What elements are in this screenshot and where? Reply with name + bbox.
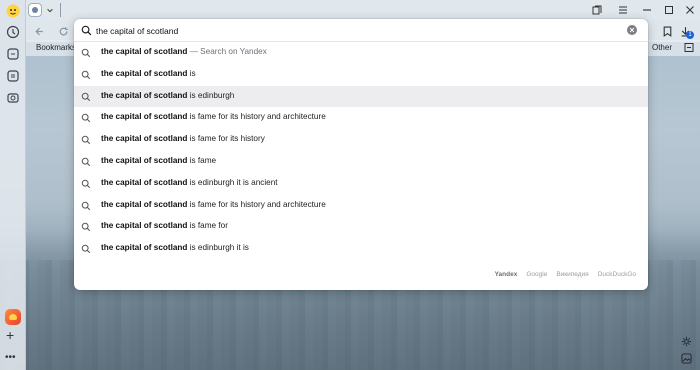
suggestion-text: the capital of scotland is edinburgh it … bbox=[101, 243, 249, 252]
suggestion-query: the capital of scotland bbox=[101, 155, 188, 165]
search-engine-option[interactable]: DuckDuckGo bbox=[598, 271, 636, 278]
suggestion-text: the capital of scotland is edinburgh it … bbox=[101, 178, 278, 187]
maximize-icon[interactable] bbox=[662, 3, 676, 17]
search-icon bbox=[81, 201, 91, 210]
suggestion-completion: is fame for its history and architecture bbox=[187, 199, 326, 209]
suggestion-query: the capital of scotland bbox=[101, 68, 188, 78]
dzen-icon[interactable] bbox=[5, 68, 21, 84]
gallery-icon[interactable] bbox=[680, 352, 692, 364]
suggestion-list: the capital of scotland — Search on Yand… bbox=[74, 42, 648, 260]
suggestion-completion: is fame for its history bbox=[187, 134, 265, 144]
search-icon bbox=[81, 179, 91, 188]
search-engine-option[interactable]: Yandex bbox=[495, 271, 518, 278]
suggestion-text: the capital of scotland — Search on Yand… bbox=[101, 47, 267, 56]
screenshot-icon[interactable] bbox=[5, 90, 21, 106]
tab-divider bbox=[60, 3, 61, 17]
suggestion-query: the capital of scotland bbox=[101, 221, 188, 231]
search-icon bbox=[81, 223, 91, 232]
bookmarks-menu-icon[interactable] bbox=[684, 42, 694, 52]
suggestion-text: the capital of scotland is fame for its … bbox=[101, 112, 326, 121]
suggestion-completion: is fame for bbox=[187, 221, 228, 231]
search-icon bbox=[81, 48, 91, 58]
menu-icon[interactable] bbox=[616, 3, 630, 17]
tab-favicon bbox=[32, 7, 38, 13]
suggestion-item[interactable]: the capital of scotland is edinburgh it … bbox=[74, 173, 648, 195]
add-sidebar-item-icon[interactable]: + bbox=[6, 328, 14, 342]
suggestion-note: — Search on Yandex bbox=[187, 47, 267, 56]
suggestion-item[interactable]: the capital of scotland is fame for bbox=[74, 216, 648, 238]
suggestion-query: the capital of scotland bbox=[101, 134, 188, 144]
suggestion-item[interactable]: the capital of scotland is fame for its … bbox=[74, 129, 648, 151]
omnibox bbox=[74, 19, 648, 42]
extensions-icon[interactable] bbox=[5, 46, 21, 62]
alice-assistant-icon[interactable] bbox=[5, 309, 21, 325]
downloads-badge: 1 bbox=[686, 31, 694, 39]
suggestion-query: the capital of scotland bbox=[101, 199, 188, 209]
suggestion-text: the capital of scotland is bbox=[101, 69, 196, 78]
settings-gear-icon[interactable] bbox=[680, 335, 692, 347]
search-icon bbox=[81, 244, 91, 254]
suggestion-text: the capital of scotland is fame bbox=[101, 156, 216, 165]
search-icon bbox=[81, 114, 91, 123]
search-icon bbox=[81, 25, 92, 36]
search-icon bbox=[81, 92, 91, 101]
search-icon bbox=[81, 135, 91, 145]
clear-search-icon[interactable] bbox=[627, 25, 637, 35]
suggestion-query: the capital of scotland bbox=[101, 90, 188, 100]
suggestion-text: the capital of scotland is edinburgh bbox=[101, 91, 234, 100]
suggestion-completion: is edinburgh bbox=[187, 90, 235, 100]
suggestion-item[interactable]: the capital of scotland — Search on Yand… bbox=[74, 42, 648, 64]
suggestion-query: the capital of scotland bbox=[101, 243, 188, 253]
bookmarks-label[interactable]: Bookmarks bbox=[36, 43, 76, 52]
search-engine-option[interactable]: Википедия bbox=[556, 271, 588, 278]
minimize-icon[interactable] bbox=[640, 3, 654, 17]
search-input[interactable] bbox=[96, 23, 616, 38]
suggestion-text: the capital of scotland is fame for its … bbox=[101, 134, 265, 143]
search-engine-option[interactable]: Google bbox=[526, 271, 547, 278]
search-suggestions-dropdown: the capital of scotland — Search on Yand… bbox=[74, 19, 648, 290]
profile-avatar-icon[interactable] bbox=[5, 3, 21, 19]
suggestion-item[interactable]: the capital of scotland is fame for its … bbox=[74, 195, 648, 217]
tab-list-chevron-icon[interactable] bbox=[44, 3, 56, 17]
suggestion-query: the capital of scotland bbox=[101, 177, 188, 187]
reload-icon[interactable] bbox=[56, 24, 70, 38]
collections-icon[interactable] bbox=[660, 24, 674, 38]
suggestion-query: the capital of scotland bbox=[101, 112, 188, 122]
suggestion-item[interactable]: the capital of scotland is fame for its … bbox=[74, 107, 648, 129]
suggestion-item[interactable]: the capital of scotland is bbox=[74, 64, 648, 86]
history-icon[interactable] bbox=[5, 24, 21, 40]
search-icon bbox=[81, 157, 91, 167]
suggestion-completion: is edinburgh it is bbox=[187, 243, 249, 253]
back-arrow-icon[interactable] bbox=[32, 24, 46, 38]
more-options-icon[interactable]: ••• bbox=[5, 352, 16, 363]
suggestion-item[interactable]: the capital of scotland is edinburgh it … bbox=[74, 238, 648, 260]
suggestion-query: the capital of scotland bbox=[101, 47, 188, 56]
suggestion-item[interactable]: the capital of scotland is fame bbox=[74, 151, 648, 173]
suggestion-completion: is bbox=[187, 68, 196, 78]
search-engine-selector: Yandex Google Википедия DuckDuckGo bbox=[495, 271, 636, 278]
active-tab[interactable] bbox=[28, 3, 42, 17]
suggestion-text: the capital of scotland is fame for its … bbox=[101, 200, 326, 209]
suggestion-completion: is fame bbox=[187, 155, 217, 165]
suggestion-item[interactable]: the capital of scotland is edinburgh bbox=[74, 85, 648, 108]
suggestion-completion: is fame for its history and architecture bbox=[187, 112, 326, 122]
search-icon bbox=[81, 70, 91, 79]
suggestion-completion: is edinburgh it is ancient bbox=[187, 177, 278, 187]
close-window-icon[interactable] bbox=[683, 3, 697, 17]
suggestion-text: the capital of scotland is fame for bbox=[101, 221, 228, 230]
other-bookmarks-label[interactable]: Other bbox=[652, 43, 672, 52]
tab-manager-icon[interactable] bbox=[590, 3, 604, 17]
